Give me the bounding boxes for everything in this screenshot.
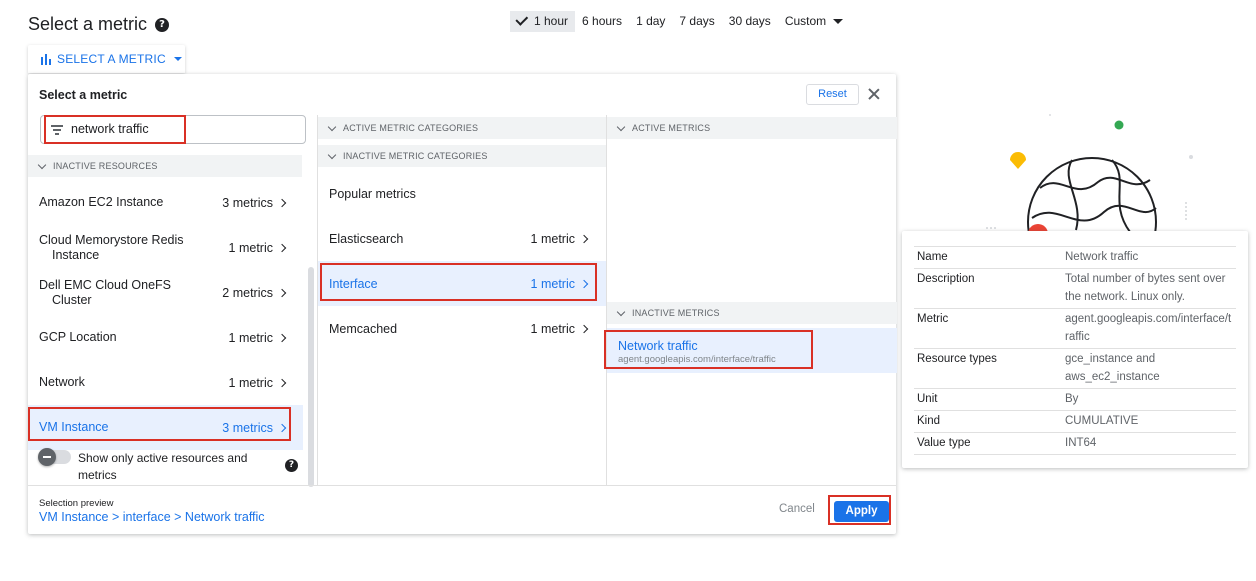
resource-item-cloud-memorystore-redis[interactable]: Cloud Memorystore Redis Instance 1 metric	[28, 225, 303, 270]
active-categories-header[interactable]: ACTIVE METRIC CATEGORIES	[318, 117, 607, 139]
filter-input[interactable]: network traffic	[40, 115, 306, 144]
category-item-memcached[interactable]: Memcached 1 metric	[318, 306, 607, 351]
active-metrics-header[interactable]: ACTIVE METRICS	[607, 117, 897, 139]
chevron-down-icon	[37, 160, 47, 169]
time-option-7-days[interactable]: 7 days	[672, 11, 721, 32]
inactive-categories-header[interactable]: INACTIVE METRIC CATEGORIES	[318, 145, 607, 167]
cancel-button[interactable]: Cancel	[779, 503, 815, 515]
chevron-right-icon	[277, 288, 287, 297]
metric-selector-dialog: Select a metric Reset network traffic IN…	[28, 74, 897, 534]
resource-item-dell-emc-cloud-onefs[interactable]: Dell EMC Cloud OneFS Cluster 2 metrics	[28, 270, 303, 315]
info-row-resource-types: Resource types gce_instance and aws_ec2_i…	[914, 348, 1236, 389]
resource-item-gcp-location[interactable]: GCP Location 1 metric	[28, 315, 303, 360]
info-row-value-type: Value type INT64	[914, 432, 1236, 455]
chevron-down-icon	[173, 57, 182, 61]
resources-column: network traffic INACTIVE RESOURCES Amazo…	[28, 115, 316, 487]
metric-item-network-traffic[interactable]: Network traffic agent.googleapis.com/int…	[607, 328, 897, 373]
chevron-down-icon	[616, 307, 626, 316]
metric-info-table: Name Network traffic Description Total num…	[914, 246, 1236, 455]
category-item-elasticsearch[interactable]: Elasticsearch 1 metric	[318, 216, 607, 261]
help-icon[interactable]: ?	[285, 459, 298, 472]
dot-decoration	[1189, 155, 1193, 159]
help-icon[interactable]: ?	[155, 17, 170, 32]
time-range-selector: 1 hour 6 hours 1 day 7 days 30 days Cust…	[510, 11, 850, 32]
chevron-down-icon	[327, 122, 337, 131]
metric-info-card: Name Network traffic Description Total num…	[902, 231, 1248, 468]
metric-id: agent.googleapis.com/interface/traffic	[618, 354, 776, 365]
inactive-resources-header[interactable]: INACTIVE RESOURCES	[28, 155, 302, 177]
chevron-right-icon	[277, 243, 287, 252]
time-option-1-hour[interactable]: 1 hour	[510, 11, 576, 32]
chevron-right-icon	[579, 234, 589, 243]
chevron-down-icon	[327, 150, 337, 159]
info-row-name: Name Network traffic	[914, 246, 1236, 269]
chevron-right-icon	[277, 378, 287, 387]
active-only-toggle[interactable]	[38, 448, 71, 466]
toggle-label: Show only active resources and metrics	[78, 451, 248, 482]
time-option-6-hours[interactable]: 6 hours	[575, 11, 629, 32]
apply-button[interactable]: Apply	[834, 501, 889, 522]
bar-chart-icon	[41, 53, 51, 65]
toggle-knob	[38, 448, 56, 466]
metrics-column: ACTIVE METRICS INACTIVE METRICS Network …	[604, 115, 897, 485]
info-row-kind: Kind CUMULATIVE	[914, 410, 1236, 433]
time-option-custom[interactable]: Custom	[778, 11, 850, 32]
category-item-popular-metrics[interactable]: Popular metrics	[318, 171, 607, 216]
inactive-metrics-header[interactable]: INACTIVE METRICS	[607, 302, 897, 324]
info-row-metric: Metric agent.googleapis.com/interface/tra…	[914, 308, 1236, 349]
dialog-footer: Selection preview VM Instance > interfac…	[28, 485, 896, 534]
reset-button[interactable]: Reset	[806, 84, 859, 105]
chevron-right-icon	[277, 198, 287, 207]
globe-illustration	[986, 114, 1193, 240]
globe-icon	[1027, 157, 1157, 240]
chevron-down-icon	[616, 122, 626, 131]
category-item-interface[interactable]: Interface 1 metric	[318, 261, 607, 306]
page-title: Select a metric ?	[28, 14, 170, 35]
metric-name: Network traffic	[618, 339, 698, 353]
chevron-down-icon	[833, 19, 844, 25]
resource-item-amazon-ec2-instance[interactable]: Amazon EC2 Instance 3 metrics	[28, 180, 303, 225]
chevron-right-icon	[579, 279, 589, 288]
select-metric-button[interactable]: SELECT A METRIC	[28, 45, 185, 73]
time-option-1-day[interactable]: 1 day	[629, 11, 672, 32]
check-icon	[515, 13, 529, 26]
filter-icon	[51, 125, 63, 135]
time-option-30-days[interactable]: 30 days	[722, 11, 778, 32]
categories-column: ACTIVE METRIC CATEGORIES INACTIVE METRIC…	[317, 115, 607, 485]
dialog-title: Select a metric	[39, 88, 128, 102]
dot-decoration	[1049, 114, 1051, 116]
map-pin-icon	[1010, 152, 1026, 169]
chevron-right-icon	[277, 423, 287, 432]
filter-text: network traffic	[71, 122, 149, 136]
selection-preview-path: VM Instance > interface > Network traffi…	[39, 510, 265, 524]
info-row-unit: Unit By	[914, 388, 1236, 411]
resource-item-vm-instance[interactable]: VM Instance 3 metrics	[28, 405, 303, 450]
resource-item-network[interactable]: Network 1 metric	[28, 360, 303, 405]
dot-decoration	[1114, 120, 1124, 130]
chevron-right-icon	[579, 324, 589, 333]
chevron-right-icon	[277, 333, 287, 342]
selection-preview-label: Selection preview	[39, 498, 114, 509]
scrollbar[interactable]	[308, 267, 314, 487]
info-row-description: Description Total number of bytes sent ov…	[914, 268, 1236, 309]
close-icon[interactable]	[866, 86, 882, 102]
